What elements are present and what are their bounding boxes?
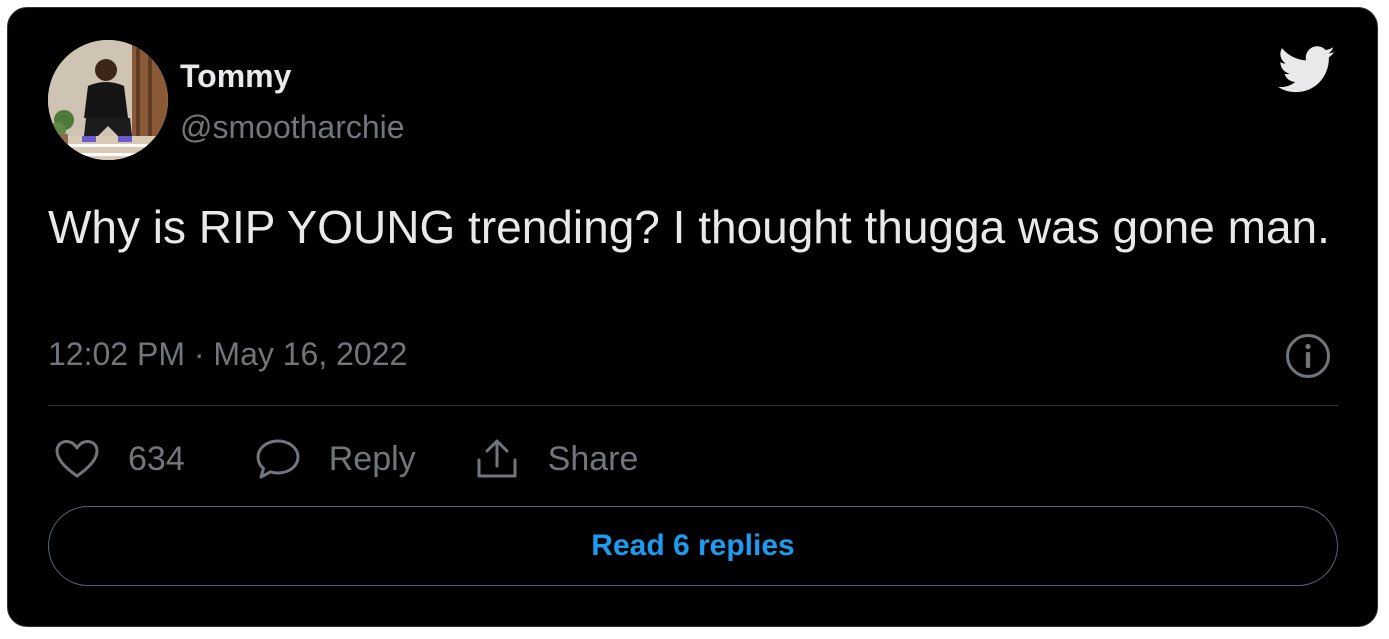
author-name[interactable]: Tommy <box>180 58 291 95</box>
tweet-timestamp[interactable]: 12:02 PM · May 16, 2022 <box>48 336 407 373</box>
reply-bubble-icon <box>256 439 300 479</box>
action-bar: 634 Reply Share <box>54 436 638 482</box>
share-label: Share <box>547 439 639 478</box>
divider <box>48 405 1338 406</box>
tweet-text: Why is RIP YOUNG trending? I thought thu… <box>48 201 1330 253</box>
like-button[interactable]: 634 <box>54 439 185 479</box>
share-icon <box>477 439 517 478</box>
avatar-photo <box>48 40 168 160</box>
author-handle[interactable]: @smootharchie <box>180 109 405 146</box>
read-replies-button[interactable]: Read 6 replies <box>48 506 1338 586</box>
tweet-card: Tommy @smootharchie Why is RIP YOUNG tre… <box>7 7 1378 627</box>
avatar[interactable] <box>48 40 168 160</box>
info-icon[interactable] <box>1285 333 1331 379</box>
reply-label: Reply <box>328 439 416 478</box>
like-count: 634 <box>128 439 185 478</box>
heart-icon <box>55 440 99 478</box>
share-button[interactable]: Share <box>474 438 639 480</box>
reply-button[interactable]: Reply <box>255 438 416 480</box>
twitter-bird-icon[interactable] <box>1277 46 1336 94</box>
